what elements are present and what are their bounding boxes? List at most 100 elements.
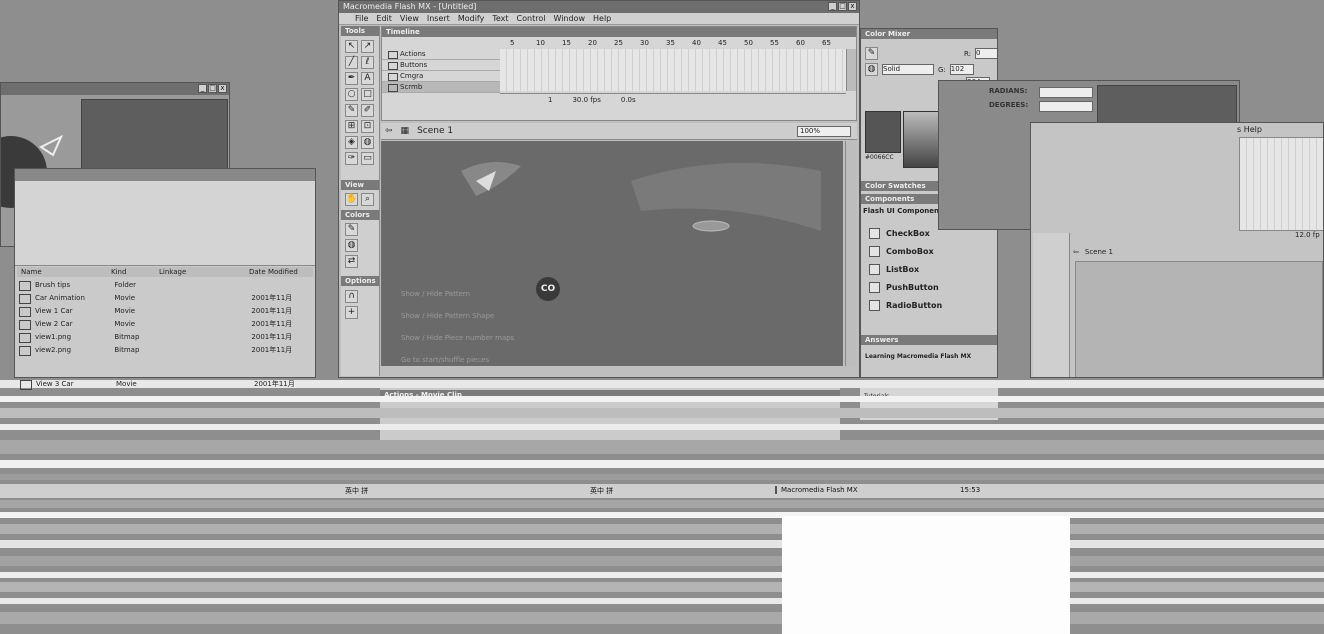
stage-badge[interactable]: CO — [536, 277, 560, 301]
close-icon[interactable]: x — [218, 84, 227, 93]
library-item-date: 2001年11月 — [251, 346, 293, 354]
frame-number: 60 — [796, 39, 805, 47]
layer-row[interactable]: Cmgra — [382, 71, 500, 82]
green-field[interactable]: 102 — [949, 64, 974, 75]
free-transform-icon[interactable]: ⊞ — [345, 120, 358, 133]
text-icon[interactable]: A — [361, 72, 374, 85]
stage-vscroll[interactable] — [845, 141, 856, 366]
edit-bar: ⇦ ▦ Scene 1 100% — [381, 123, 857, 140]
library-row[interactable]: view2.png Bitmap 2001年11月 — [17, 344, 311, 356]
ime-indicator-mid[interactable]: 英中 拼 — [590, 486, 613, 496]
second-menu-fragment[interactable]: s Help — [1237, 125, 1262, 134]
lasso-icon[interactable]: ℓ — [361, 56, 374, 69]
paint-bucket-icon[interactable]: ◍ — [361, 136, 374, 149]
layer-row[interactable]: Scrmb — [382, 82, 500, 93]
minimize-icon[interactable]: _ — [828, 2, 837, 11]
menu-control[interactable]: Control — [517, 13, 546, 24]
pencil-icon[interactable]: ✎ — [345, 104, 358, 117]
component-radiobutton[interactable]: RadioButton — [861, 296, 995, 314]
frame-number: 15 — [562, 39, 571, 47]
red-field[interactable]: 0 — [975, 48, 997, 59]
menu-insert[interactable]: Insert — [427, 13, 450, 24]
arrow-icon[interactable]: ↖ — [345, 40, 358, 53]
library-row[interactable]: View 3 Car Movie 2001年11月 — [18, 378, 314, 390]
colors-section-label: Colors — [341, 210, 379, 220]
ink-bottle-icon[interactable]: ◈ — [345, 136, 358, 149]
stage-menu-item[interactable]: Go to start/shuffle pieces — [401, 349, 514, 366]
col-linkage[interactable]: Linkage — [159, 268, 249, 276]
menu-window[interactable]: Window — [553, 13, 585, 24]
preview-titlebar[interactable]: _ □ x — [1, 83, 229, 95]
eraser-icon[interactable]: ▭ — [361, 152, 374, 165]
menu-edit[interactable]: Edit — [376, 13, 392, 24]
snap-magnet-icon[interactable]: ∩ — [345, 290, 358, 303]
ime-indicator-left[interactable]: 英中 拼 — [345, 486, 368, 496]
timeline-scrollbar[interactable] — [846, 49, 856, 91]
library-row[interactable]: Brush tips Folder — [17, 279, 311, 291]
color-spectrum[interactable] — [903, 111, 939, 168]
library-row[interactable]: View 2 Car Movie 2001年11月 — [17, 318, 311, 330]
library-row[interactable]: Car Animation Movie 2001年11月 — [17, 292, 311, 304]
menu-modify[interactable]: Modify — [458, 13, 485, 24]
eyedropper-icon[interactable]: ✑ — [345, 152, 358, 165]
swap-colors-icon[interactable]: ⇄ — [345, 255, 358, 268]
component-listbox[interactable]: ListBox — [861, 260, 995, 278]
back-arrow-icon[interactable]: ⇦ — [1073, 248, 1079, 256]
library-item-name: view2.png — [34, 346, 72, 354]
stage-menu-item[interactable]: Show / Hide Pattern — [401, 283, 514, 305]
components-subheader[interactable]: Flash UI Components — [863, 207, 947, 215]
col-kind[interactable]: Kind — [111, 268, 159, 276]
second-scene-label[interactable]: Scene 1 — [1085, 248, 1113, 256]
stage-menu-item[interactable]: Show / Hide Piece number maps — [401, 327, 514, 349]
taskbar-app-button[interactable]: Macromedia Flash MX — [775, 486, 858, 494]
menu-text[interactable]: Text — [492, 13, 508, 24]
scene-label[interactable]: Scene 1 — [417, 126, 453, 136]
menu-view[interactable]: View — [400, 13, 419, 24]
layer-row[interactable]: Buttons — [382, 60, 500, 71]
straighten-icon[interactable]: + — [345, 306, 358, 319]
back-arrow-icon[interactable]: ⇦ — [385, 126, 393, 136]
library-row[interactable]: view1.png Bitmap 2001年11月 — [17, 331, 311, 343]
frame-number: 45 — [718, 39, 727, 47]
menu-help[interactable]: Help — [593, 13, 611, 24]
fill-color-icon[interactable]: ◍ — [345, 239, 358, 252]
fill-transform-icon[interactable]: ⊡ — [361, 120, 374, 133]
hand-icon[interactable]: ✋ — [345, 193, 358, 206]
oval-icon[interactable]: ○ — [345, 88, 358, 101]
second-stage[interactable] — [1075, 261, 1323, 377]
minimize-icon[interactable]: _ — [198, 84, 207, 93]
brush-icon[interactable]: ✐ — [361, 104, 374, 117]
library-preview-area — [15, 181, 315, 266]
second-tools — [1033, 233, 1070, 377]
stage-menu-item[interactable]: Show / Hide Pattern Shape — [401, 305, 514, 327]
maximize-icon[interactable]: □ — [208, 84, 217, 93]
zoom-select[interactable]: 100% — [797, 126, 851, 137]
flash-titlebar[interactable]: Macromedia Flash MX - [Untitled] _ □ x — [339, 1, 859, 13]
timeline-header[interactable]: Timeline — [382, 27, 856, 37]
answers-header[interactable]: Answers — [861, 335, 997, 345]
fill-type-select[interactable]: Solid — [882, 64, 934, 75]
frame-grid[interactable] — [500, 49, 846, 91]
radians-input[interactable] — [1039, 87, 1093, 98]
close-icon[interactable]: x — [848, 2, 857, 11]
line-icon[interactable]: ╱ — [345, 56, 358, 69]
library-titlebar[interactable] — [15, 169, 315, 181]
subselect-icon[interactable]: ↗ — [361, 40, 374, 53]
stroke-color-icon[interactable]: ✎ — [345, 223, 358, 236]
fill-bucket-icon[interactable]: ◍ — [865, 63, 878, 76]
color-mixer-header[interactable]: Color Mixer — [861, 29, 997, 39]
library-row[interactable]: View 1 Car Movie 2001年11月 — [17, 305, 311, 317]
maximize-icon[interactable]: □ — [838, 2, 847, 11]
pen-icon[interactable]: ✒ — [345, 72, 358, 85]
stroke-pencil-icon[interactable]: ✎ — [865, 47, 878, 60]
col-name[interactable]: Name — [17, 268, 111, 276]
magnifier-icon[interactable]: ⌕ — [361, 193, 374, 206]
col-date[interactable]: Date Modified — [249, 268, 309, 276]
stage[interactable]: Show / Hide Pattern Show / Hide Pattern … — [381, 141, 843, 366]
rectangle-icon[interactable]: □ — [361, 88, 374, 101]
degrees-input[interactable] — [1039, 101, 1093, 112]
component-combobox[interactable]: ComboBox — [861, 242, 995, 260]
component-pushbutton[interactable]: PushButton — [861, 278, 995, 296]
layer-row[interactable]: Actions — [382, 49, 500, 60]
menu-file[interactable]: File — [355, 13, 368, 24]
